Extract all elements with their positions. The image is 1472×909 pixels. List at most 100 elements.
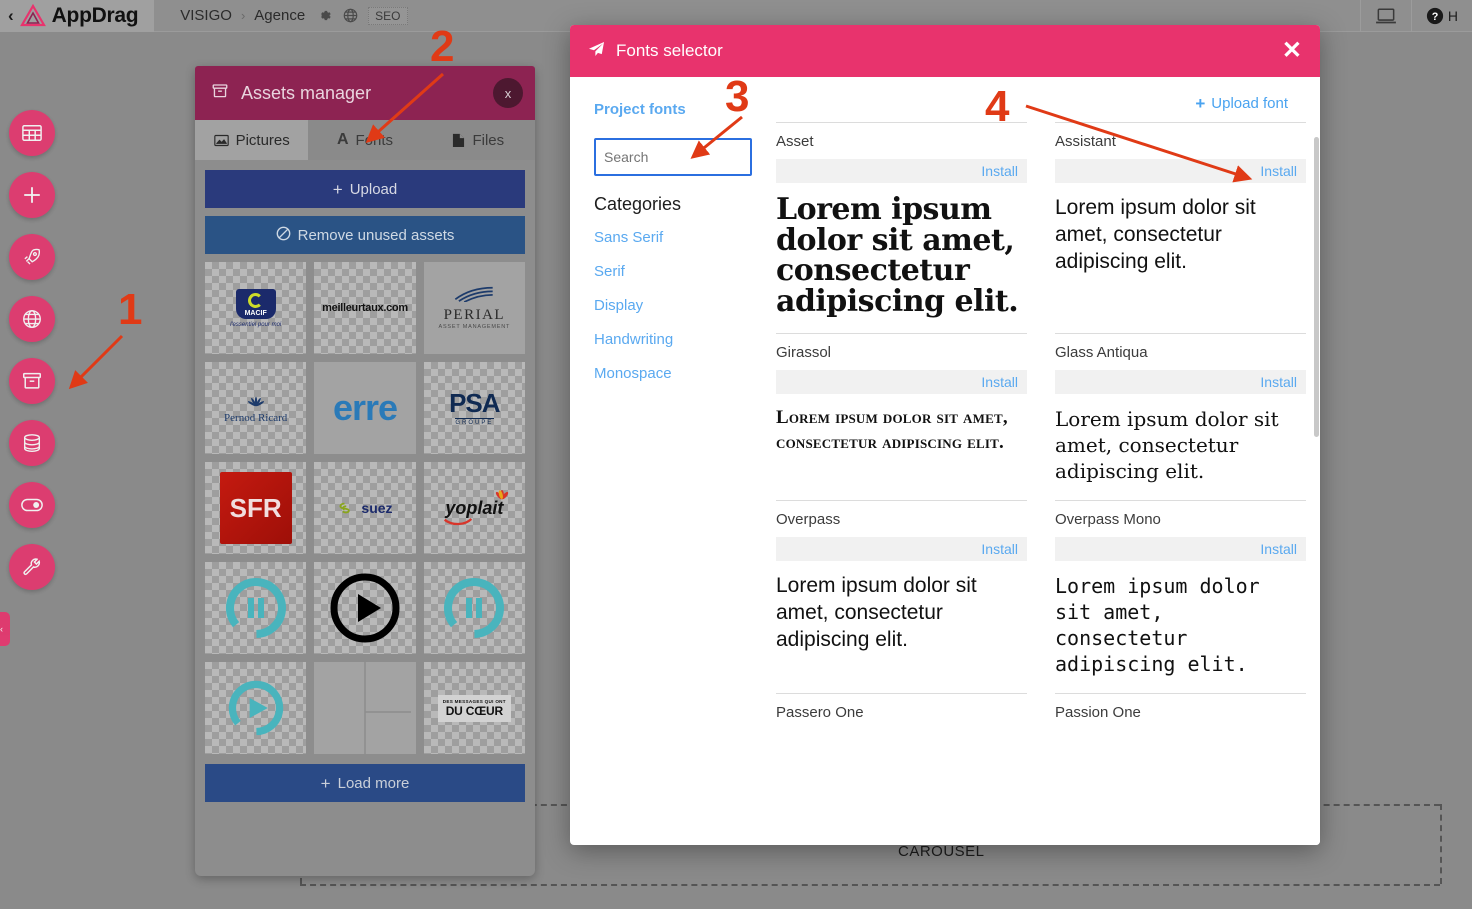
asset-thumb-pause-teal-2[interactable] <box>423 562 525 654</box>
device-preview-button[interactable] <box>1359 0 1411 32</box>
brand-name: AppDrag <box>51 3 139 27</box>
asset-thumb-psa-groupe[interactable]: PSA GROUPE <box>423 362 525 454</box>
rail-item-domain[interactable] <box>9 296 55 342</box>
asset-thumb-yoplait[interactable]: yoplait <box>423 462 525 554</box>
rail-item-assets[interactable] <box>9 358 55 404</box>
asset-thumb-play-black[interactable] <box>314 562 416 654</box>
help-label: H <box>1447 7 1458 24</box>
asset-thumb-pernod-ricard[interactable]: Pernod Ricard <box>205 362 307 454</box>
assets-manager-close-button[interactable]: x <box>493 78 523 108</box>
tab-files[interactable]: Files <box>421 120 535 160</box>
assets-manager-panel: Assets manager x Pictures A Fonts Files … <box>195 66 535 876</box>
install-link[interactable]: Install <box>1260 541 1297 557</box>
upload-font-row: + Upload font <box>770 77 1306 122</box>
breadcrumb-item-0[interactable]: VISIGO <box>180 7 232 24</box>
upload-font-label: Upload font <box>1211 95 1288 112</box>
ban-icon <box>276 226 291 245</box>
asset-thumb-perial[interactable]: PERIAL ASSET MANAGEMENT <box>423 262 525 354</box>
asset-label: meilleurtaux.com <box>322 302 408 314</box>
rail-item-table[interactable] <box>9 110 55 156</box>
upload-font-button[interactable]: + Upload font <box>1195 95 1288 112</box>
assets-manager-title: Assets manager <box>241 82 372 103</box>
font-sample: Lorem ipsum dolor sit amet, consectetur … <box>1055 574 1260 677</box>
upload-asset-button[interactable]: + Upload <box>205 170 525 208</box>
search-input[interactable] <box>594 138 752 176</box>
asset-thumb-play-teal[interactable] <box>205 662 307 754</box>
font-card-passion-one: Passion One <box>1055 693 1306 746</box>
install-bar: Install <box>1055 159 1306 183</box>
rail-item-add[interactable] <box>9 172 55 218</box>
back-chevron-icon[interactable]: ‹ <box>8 7 14 24</box>
asset-thumb-macif[interactable]: MACIF l'essentiel pour moi <box>205 262 307 354</box>
table-icon <box>21 123 43 143</box>
asset-sublabel: ASSET MANAGEMENT <box>438 324 511 330</box>
project-fonts-link[interactable]: Project fonts <box>594 101 754 118</box>
fonts-list-scrollbar[interactable] <box>1313 77 1320 845</box>
scrollbar-thumb[interactable] <box>1314 137 1319 437</box>
toggle-icon <box>20 496 44 514</box>
remove-unused-label: Remove unused assets <box>297 226 455 244</box>
category-serif[interactable]: Serif <box>594 263 754 280</box>
asset-thumb-blank-divider[interactable] <box>314 662 416 754</box>
appdrag-logo-icon <box>19 3 46 28</box>
font-name: Glass Antiqua <box>1055 344 1148 362</box>
asset-label: erre <box>332 387 398 428</box>
category-sans-serif[interactable]: Sans Serif <box>594 229 754 246</box>
tab-fonts[interactable]: A Fonts <box>308 120 422 160</box>
rail-item-tools[interactable] <box>9 544 55 590</box>
page-backdrop: E CAROUSEL ‹ AppDrag VISIGO › Agence <box>0 0 1472 909</box>
rail-item-publish[interactable] <box>9 234 55 280</box>
plus-icon: + <box>1195 94 1206 113</box>
font-sample: Lorem ipsum dolor sit amet, consectetur … <box>776 192 1019 319</box>
asset-thumb-carrefour[interactable]: erre <box>314 362 416 454</box>
fonts-selector-header: Fonts selector ✕ <box>570 25 1320 77</box>
help-button[interactable]: ? H <box>1410 0 1472 32</box>
install-link[interactable]: Install <box>981 374 1018 390</box>
load-more-button[interactable]: + Load more <box>205 764 525 802</box>
wrench-icon <box>21 556 43 578</box>
top-bar-right: ? H <box>1359 0 1472 32</box>
install-bar: Install <box>776 159 1027 183</box>
archive-box-icon <box>21 370 43 392</box>
install-link[interactable]: Install <box>1260 374 1297 390</box>
asset-thumb-pause-teal[interactable] <box>205 562 307 654</box>
tab-pictures[interactable]: Pictures <box>195 120 309 160</box>
fonts-list-region: + Upload font Asset Install Lorem ipsum … <box>770 77 1320 845</box>
plus-icon: + <box>332 179 343 199</box>
font-card-assistant: Assistant Install Lorem ipsum dolor sit … <box>1055 122 1306 333</box>
sidebar-collapse-tab[interactable]: ‹ <box>0 612 10 646</box>
fonts-selector-title: Fonts selector <box>616 41 723 60</box>
category-handwriting[interactable]: Handwriting <box>594 331 754 348</box>
rail-item-settings-toggle[interactable] <box>9 482 55 528</box>
font-sample: Lorem ipsum dolor sit amet, consectetur … <box>776 407 1008 454</box>
seo-badge[interactable]: SEO <box>368 6 408 25</box>
font-a-icon: A <box>336 131 349 148</box>
category-monospace[interactable]: Monospace <box>594 365 754 382</box>
close-icon[interactable]: ✕ <box>1282 39 1302 63</box>
rail-item-database[interactable] <box>9 420 55 466</box>
tab-pictures-label: Pictures <box>235 131 290 149</box>
paper-plane-icon <box>588 41 605 62</box>
globe-icon[interactable] <box>342 7 359 24</box>
asset-thumb-du-coeur[interactable]: DES MESSAGES QUI ONT DU CŒUR <box>423 662 525 754</box>
annotation-number-1: 1 <box>118 285 143 334</box>
assets-manager-body: + Upload Remove unused assets MACIF l'es… <box>195 160 535 812</box>
remove-unused-assets-button[interactable]: Remove unused assets <box>205 216 525 254</box>
asset-thumb-suez[interactable]: suez <box>314 462 416 554</box>
breadcrumb-item-1[interactable]: Agence <box>254 7 305 24</box>
annotation-arrow-1 <box>68 334 124 390</box>
font-name: Asset <box>776 133 814 150</box>
font-sample: Lorem ipsum dolor sit amet, consectetur … <box>776 574 977 652</box>
left-icon-rail <box>9 110 57 606</box>
install-link[interactable]: Install <box>981 163 1018 179</box>
category-display[interactable]: Display <box>594 297 754 314</box>
gear-icon[interactable] <box>316 7 333 24</box>
brand-area[interactable]: ‹ AppDrag <box>0 0 155 32</box>
upload-label: Upload <box>349 180 398 198</box>
asset-thumb-meilleurtaux[interactable]: meilleurtaux.com <box>314 262 416 354</box>
install-link[interactable]: Install <box>981 541 1018 557</box>
assistant-install-link[interactable]: Install <box>1260 163 1297 179</box>
font-card-girassol: Girassol Install Lorem ipsum dolor sit a… <box>776 333 1027 500</box>
plus-icon: + <box>320 773 331 793</box>
asset-thumb-sfr[interactable]: SFR <box>205 462 307 554</box>
